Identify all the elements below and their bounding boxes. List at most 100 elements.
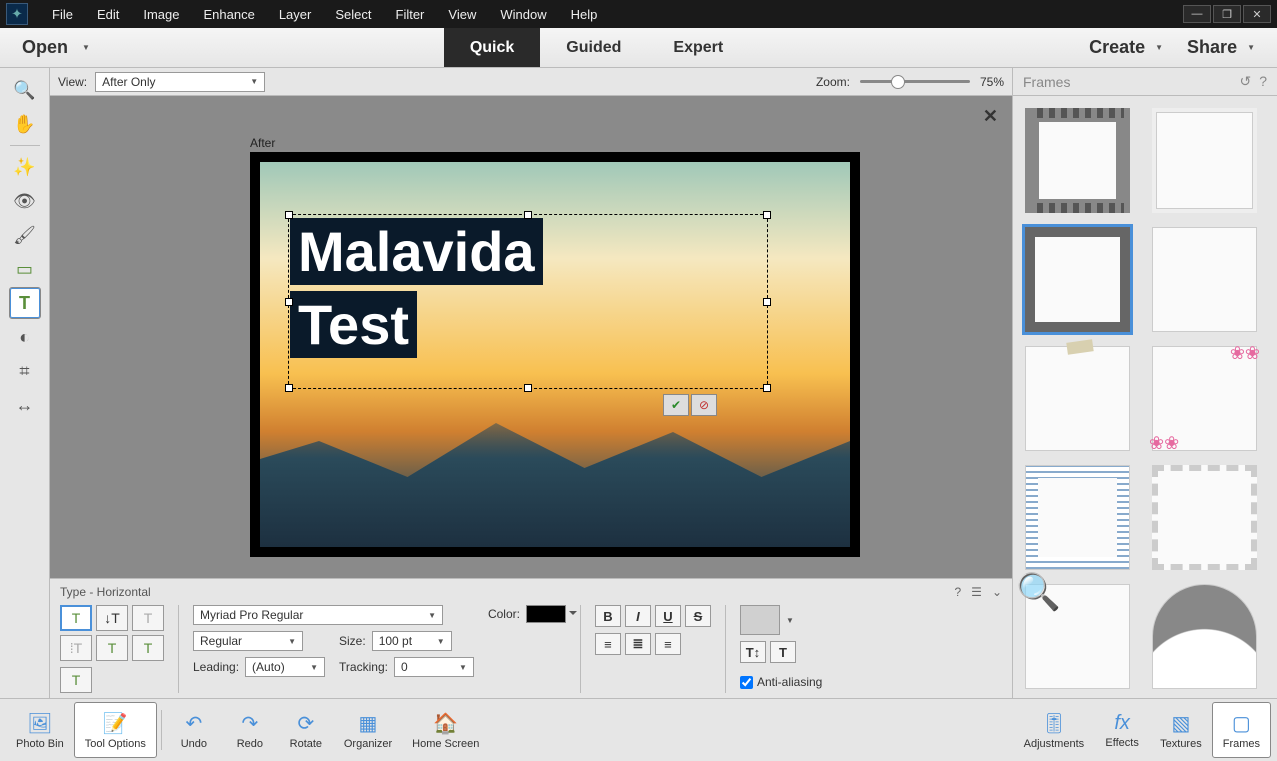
- resize-handle-mid-left[interactable]: [285, 298, 293, 306]
- options-title: Type - Horizontal: [60, 585, 151, 599]
- type-mask-horizontal-button[interactable]: T: [132, 605, 164, 631]
- type-on-selection-button[interactable]: T: [96, 635, 128, 661]
- frame-taped[interactable]: [1025, 346, 1130, 451]
- type-tool[interactable]: T: [9, 287, 41, 319]
- hand-tool[interactable]: ✋: [9, 108, 41, 140]
- resize-handle-mid-right[interactable]: [763, 298, 771, 306]
- textures-button[interactable]: ▧ Textures: [1150, 702, 1212, 758]
- spot-heal-tool[interactable]: ◐: [9, 321, 41, 353]
- antialias-checkbox[interactable]: [740, 676, 753, 689]
- align-center-button[interactable]: ≣: [625, 633, 651, 655]
- organizer-button[interactable]: ▦ Organizer: [334, 702, 402, 758]
- create-button[interactable]: Create ▼: [1081, 37, 1171, 58]
- menu-file[interactable]: File: [40, 7, 85, 22]
- reset-icon[interactable]: ↺: [1239, 73, 1251, 90]
- type-horizontal-button[interactable]: T: [60, 605, 92, 631]
- tab-quick[interactable]: Quick: [444, 28, 540, 67]
- menu-window[interactable]: Window: [488, 7, 558, 22]
- resize-handle-bottom-left[interactable]: [285, 384, 293, 392]
- crop-tool[interactable]: ⌗: [9, 355, 41, 387]
- menu-layer[interactable]: Layer: [267, 7, 324, 22]
- underline-button[interactable]: U: [655, 605, 681, 627]
- frame-plain[interactable]: [1152, 227, 1257, 332]
- bold-button[interactable]: B: [595, 605, 621, 627]
- align-right-button[interactable]: ≡: [655, 633, 681, 655]
- tab-guided[interactable]: Guided: [540, 28, 647, 67]
- frame-simple-light[interactable]: [1152, 108, 1257, 213]
- frame-arch[interactable]: [1152, 584, 1257, 689]
- zoom-slider-knob[interactable]: [891, 75, 905, 89]
- frame-filmstrip[interactable]: [1025, 108, 1130, 213]
- close-document-button[interactable]: ✕: [983, 106, 998, 127]
- text-selection-box[interactable]: ✔ ⊘: [288, 214, 768, 389]
- effects-button[interactable]: fx Effects: [1094, 702, 1150, 758]
- text-orientation-button[interactable]: T: [770, 641, 796, 663]
- warp-text-button[interactable]: T↕: [740, 641, 766, 663]
- undo-button[interactable]: ↶ Undo: [166, 702, 222, 758]
- quick-select-tool[interactable]: ✨: [9, 151, 41, 183]
- home-screen-button[interactable]: 🏠 Home Screen: [402, 702, 489, 758]
- type-mask-vertical-button[interactable]: ⁞T: [60, 635, 92, 661]
- photobin-button[interactable]: 🖼 Photo Bin: [6, 702, 74, 758]
- caret-down-icon: ▼: [1247, 43, 1255, 52]
- menu-filter[interactable]: Filter: [384, 7, 437, 22]
- font-family-select[interactable]: Myriad Pro Regular▼: [193, 605, 443, 625]
- help-icon[interactable]: ?: [1259, 73, 1267, 90]
- type-on-shape-button[interactable]: T: [132, 635, 164, 661]
- frame-icon: ▢: [1232, 711, 1251, 736]
- open-button[interactable]: Open ▼: [0, 28, 112, 67]
- commit-text-button[interactable]: ✔: [663, 394, 689, 416]
- menu-image[interactable]: Image: [131, 7, 191, 22]
- menu-edit[interactable]: Edit: [85, 7, 131, 22]
- frame-gingham[interactable]: [1025, 465, 1130, 570]
- cancel-text-button[interactable]: ⊘: [691, 394, 717, 416]
- whiten-teeth-tool[interactable]: 🖌: [9, 219, 41, 251]
- frame-magnify[interactable]: [1025, 584, 1130, 689]
- share-button[interactable]: Share ▼: [1179, 37, 1263, 58]
- frame-thick-gray[interactable]: [1025, 227, 1130, 332]
- resize-handle-bottom-mid[interactable]: [524, 384, 532, 392]
- view-mode-select[interactable]: After Only ▼: [95, 72, 265, 92]
- move-tool[interactable]: ↔: [9, 389, 41, 421]
- window-minimize-button[interactable]: —: [1183, 5, 1211, 23]
- photobin-label: Photo Bin: [16, 738, 64, 750]
- window-restore-button[interactable]: ❐: [1213, 5, 1241, 23]
- frame-stamp[interactable]: [1152, 465, 1257, 570]
- font-style-select[interactable]: Regular▼: [193, 631, 303, 651]
- tab-expert[interactable]: Expert: [647, 28, 749, 67]
- menu-select[interactable]: Select: [323, 7, 383, 22]
- type-on-path-button[interactable]: T: [60, 667, 92, 693]
- zoom-tool[interactable]: 🔍: [9, 74, 41, 106]
- collapse-icon[interactable]: ⌄: [992, 585, 1002, 599]
- redo-button[interactable]: ↷ Redo: [222, 702, 278, 758]
- align-left-button[interactable]: ≡: [595, 633, 621, 655]
- resize-handle-top-left[interactable]: [285, 211, 293, 219]
- zoom-slider[interactable]: [860, 80, 970, 83]
- frames-button[interactable]: ▢ Frames: [1212, 702, 1271, 758]
- tool-options-button[interactable]: 📝 Tool Options: [74, 702, 157, 758]
- resize-handle-bottom-right[interactable]: [763, 384, 771, 392]
- text-color-picker[interactable]: [526, 605, 566, 623]
- panel-menu-icon[interactable]: ☰: [971, 585, 982, 599]
- canvas-area[interactable]: ✕ After Malavida Test: [50, 96, 1012, 578]
- menu-help[interactable]: Help: [559, 7, 610, 22]
- straighten-tool[interactable]: ▭: [9, 253, 41, 285]
- frame-flowers[interactable]: [1152, 346, 1257, 451]
- type-vertical-button[interactable]: ↓T: [96, 605, 128, 631]
- help-icon[interactable]: ?: [954, 585, 961, 599]
- window-close-button[interactable]: ✕: [1243, 5, 1271, 23]
- leading-select[interactable]: (Auto)▼: [245, 657, 325, 677]
- strikethrough-button[interactable]: S: [685, 605, 711, 627]
- font-size-select[interactable]: 100 pt▼: [372, 631, 452, 651]
- resize-handle-top-mid[interactable]: [524, 211, 532, 219]
- redeye-tool[interactable]: 👁: [9, 185, 41, 217]
- menu-enhance[interactable]: Enhance: [192, 7, 267, 22]
- tracking-select[interactable]: 0▼: [394, 657, 474, 677]
- resize-handle-top-right[interactable]: [763, 211, 771, 219]
- document-image[interactable]: Malavida Test ✔ ⊘: [260, 162, 850, 547]
- menu-view[interactable]: View: [436, 7, 488, 22]
- rotate-button[interactable]: ⟳ Rotate: [278, 702, 334, 758]
- adjustments-button[interactable]: 🎚 Adjustments: [1014, 702, 1095, 758]
- italic-button[interactable]: I: [625, 605, 651, 627]
- text-orientation-preview[interactable]: [740, 605, 780, 635]
